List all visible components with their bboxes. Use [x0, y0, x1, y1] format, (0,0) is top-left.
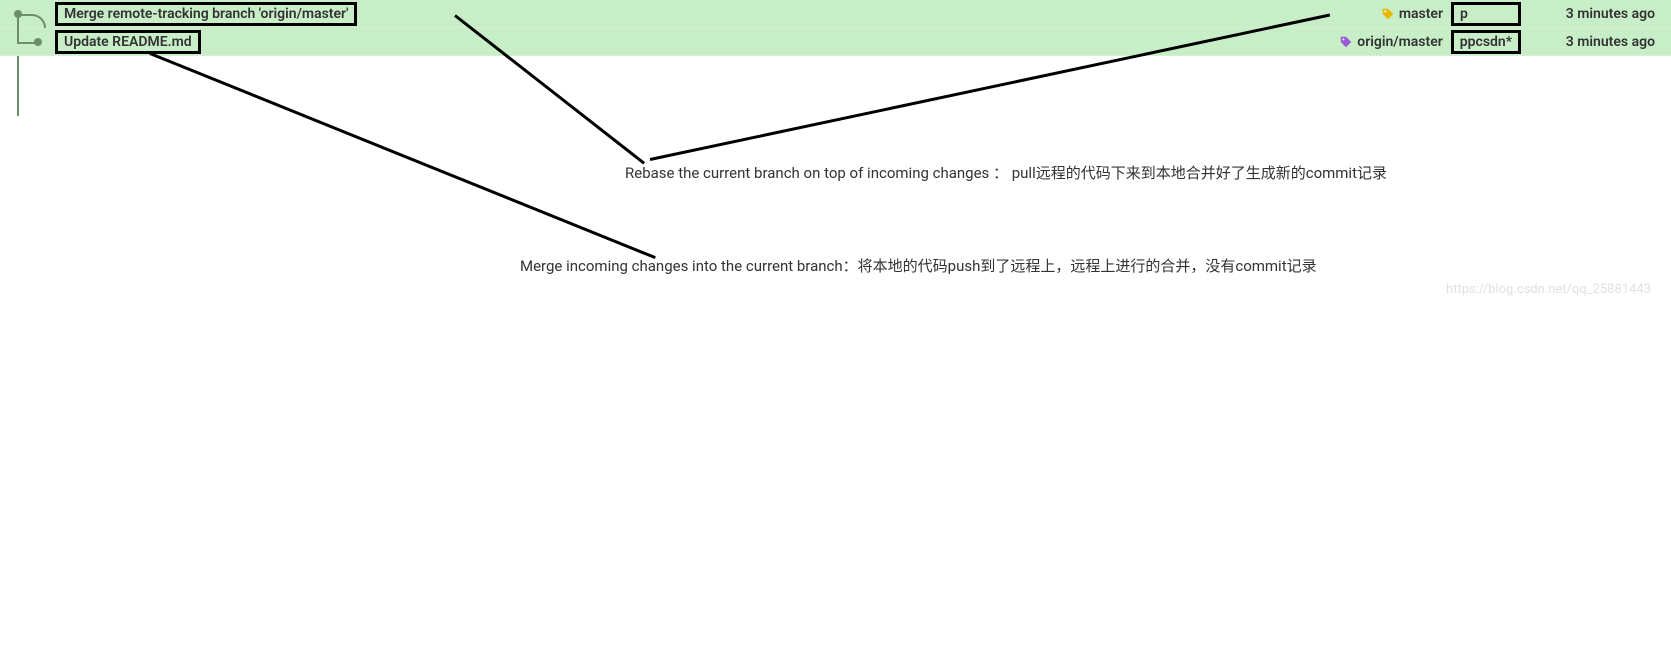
commit-message: Update README.md: [55, 30, 201, 54]
annotation-merge: Merge incoming changes into the current …: [520, 255, 1317, 276]
commit-row[interactable]: Merge remote-tracking branch 'origin/mas…: [0, 0, 1671, 28]
branch-tag: master: [1381, 6, 1443, 22]
graph-column: [0, 28, 55, 55]
commit-row[interactable]: Update README.md origin/master ppcsdn* 3…: [0, 28, 1671, 56]
branch-label: origin/master: [1357, 34, 1443, 50]
annotation-line: [149, 52, 655, 259]
author: p: [1451, 2, 1521, 26]
watermark: https://blog.csdn.net/qq_25881443: [1446, 282, 1651, 297]
tag-icon: [1339, 35, 1353, 49]
commit-time: 3 minutes ago: [1531, 6, 1671, 22]
author: ppcsdn*: [1451, 30, 1521, 54]
tag-icon: [1381, 7, 1395, 21]
annotation-rebase: Rebase the current branch on top of inco…: [625, 162, 1387, 183]
commit-time: 3 minutes ago: [1531, 34, 1671, 50]
branch-tag: origin/master: [1339, 34, 1443, 50]
commit-list: Merge remote-tracking branch 'origin/mas…: [0, 0, 1671, 56]
commit-message: Merge remote-tracking branch 'origin/mas…: [55, 2, 357, 26]
branch-label: master: [1399, 6, 1443, 22]
